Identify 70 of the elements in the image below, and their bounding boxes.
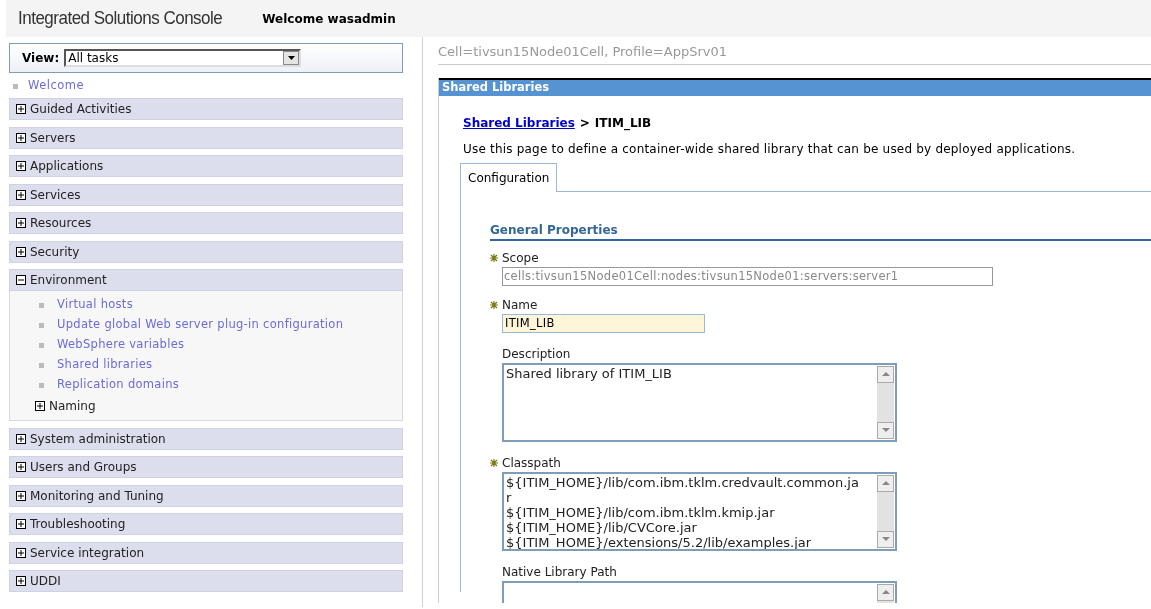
field-label: Classpath bbox=[502, 455, 561, 472]
bullet-icon bbox=[39, 342, 44, 348]
expand-icon[interactable] bbox=[16, 218, 26, 228]
nav-link[interactable]: WebSphere variables bbox=[57, 336, 185, 354]
nav-section-header[interactable]: Services bbox=[9, 183, 403, 206]
nav-section-header[interactable]: UDDI bbox=[9, 570, 403, 592]
expand-icon[interactable] bbox=[16, 189, 26, 200]
panel-title-bar: Shared Libraries bbox=[439, 77, 1151, 96]
bullet-icon bbox=[39, 302, 44, 308]
breadcrumb-link[interactable]: Shared Libraries bbox=[463, 113, 575, 132]
tab[interactable]: Configuration bbox=[460, 162, 558, 192]
view-dropdown[interactable]: All tasks bbox=[64, 49, 302, 67]
nav-section-header[interactable]: Troubleshooting bbox=[9, 513, 403, 535]
nav-section-header[interactable]: Security bbox=[9, 240, 403, 263]
expand-icon[interactable] bbox=[35, 401, 45, 411]
scroll-up-icon[interactable] bbox=[881, 590, 890, 594]
nav-group-label[interactable]: Naming bbox=[49, 397, 96, 415]
view-label: View: bbox=[22, 50, 60, 67]
text-area[interactable]: Shared library of ITIM_LIB bbox=[502, 362, 897, 442]
nav-section-header[interactable]: Applications bbox=[9, 155, 403, 177]
bullet-icon bbox=[39, 322, 44, 328]
section-heading: General Properties bbox=[490, 220, 1151, 241]
nav-section-header[interactable]: System administration bbox=[9, 427, 403, 450]
expand-icon[interactable] bbox=[16, 576, 26, 586]
nav-section-header[interactable]: Users and Groups bbox=[9, 456, 403, 478]
expand-icon[interactable] bbox=[16, 547, 26, 558]
page-description: Use this page to define a container-wide shared library that can be used by deployed applications. bbox=[463, 140, 1077, 158]
welcome-link[interactable]: Welcome bbox=[28, 77, 85, 95]
expand-icon[interactable] bbox=[16, 246, 26, 257]
expand-icon[interactable] bbox=[16, 161, 26, 171]
nav-section-header[interactable]: Service integration bbox=[9, 541, 403, 564]
field-label: Description bbox=[502, 346, 571, 363]
field-label: Name bbox=[502, 297, 538, 314]
expand-icon[interactable] bbox=[16, 490, 26, 501]
field-label: Native Library Path bbox=[502, 564, 617, 581]
nav-link[interactable]: Shared libraries bbox=[57, 356, 153, 374]
expand-icon[interactable] bbox=[16, 104, 26, 114]
breadcrumb-current: ITIM_LIB bbox=[594, 114, 652, 132]
scroll-up-icon[interactable] bbox=[881, 372, 890, 376]
nav-section-header[interactable]: Servers bbox=[9, 126, 403, 149]
scope-path: Cell=tivsun15Node01Cell, Profile=AppSrv01 bbox=[438, 44, 727, 59]
scrollbar[interactable] bbox=[877, 474, 894, 548]
scrollbar[interactable] bbox=[877, 365, 894, 439]
text-field[interactable]: ITIM_LIB bbox=[502, 313, 705, 333]
scroll-up-icon[interactable] bbox=[881, 481, 890, 485]
expand-icon[interactable] bbox=[16, 433, 26, 444]
console-title: Integrated Solutions Console bbox=[18, 7, 223, 31]
field-label: Scope bbox=[502, 250, 539, 267]
required-icon bbox=[490, 301, 498, 309]
nav-link[interactable]: Virtual hosts bbox=[57, 296, 133, 314]
nav-section-header[interactable]: Environment bbox=[9, 269, 403, 291]
nav-section-header[interactable]: Guided Activities bbox=[9, 98, 403, 120]
welcome-text: Welcome wasadmin bbox=[262, 10, 396, 28]
expand-icon[interactable] bbox=[16, 132, 26, 143]
expand-icon[interactable] bbox=[16, 462, 26, 472]
required-icon bbox=[490, 254, 498, 262]
text-area-value: Shared library of ITIM_LIB bbox=[505, 364, 673, 381]
required-icon bbox=[490, 459, 498, 467]
bullet-icon bbox=[39, 362, 44, 368]
collapse-icon[interactable] bbox=[16, 275, 26, 285]
breadcrumb-separator: > bbox=[579, 114, 590, 132]
nav-section-header[interactable]: Resources bbox=[9, 212, 403, 234]
bullet-icon bbox=[13, 83, 18, 89]
expand-icon[interactable] bbox=[16, 519, 26, 529]
scroll-down-icon[interactable] bbox=[881, 537, 890, 541]
bullet-icon bbox=[39, 382, 44, 388]
nav-section-header[interactable]: Monitoring and Tuning bbox=[9, 484, 403, 507]
scroll-down-icon[interactable] bbox=[881, 428, 890, 432]
nav-link[interactable]: Update global Web server plug-in configuration bbox=[57, 316, 344, 334]
nav-link[interactable]: Replication domains bbox=[57, 376, 180, 394]
